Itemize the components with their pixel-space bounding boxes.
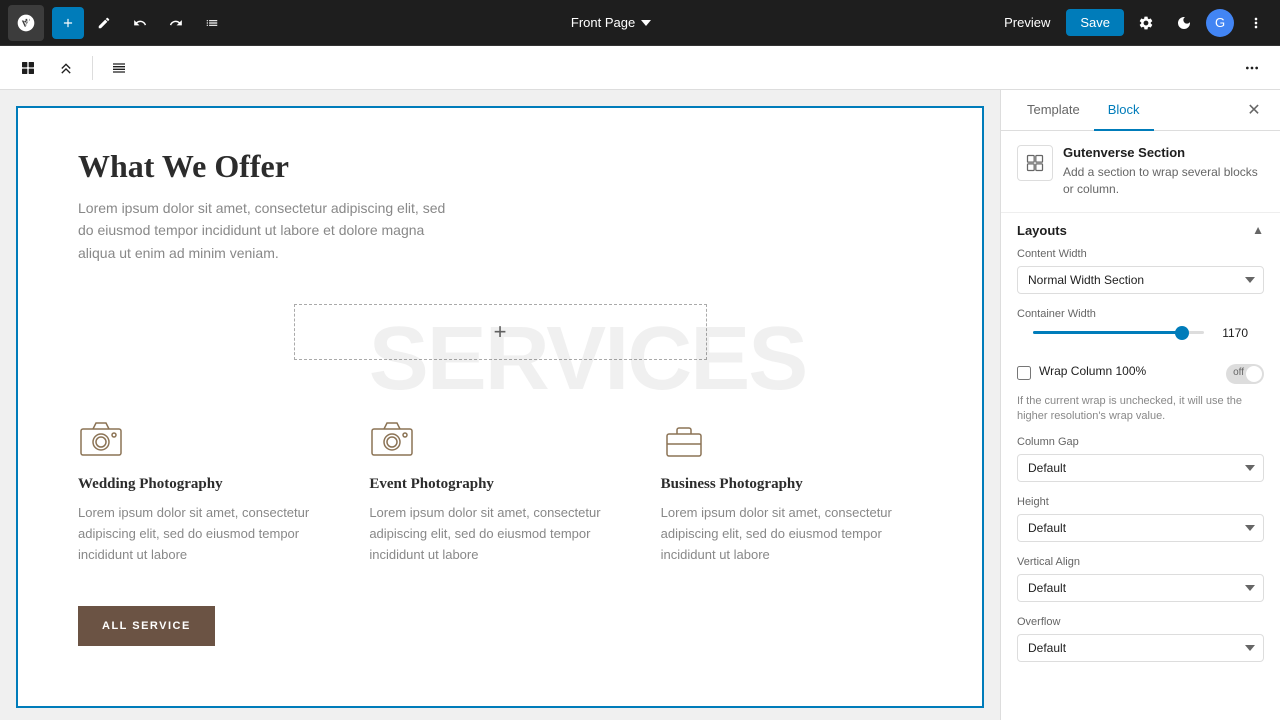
content-width-label: Content Width bbox=[1017, 248, 1264, 260]
user-avatar[interactable]: G bbox=[1206, 9, 1234, 37]
service-name-2: Event Photography bbox=[369, 476, 630, 493]
tab-template[interactable]: Template bbox=[1013, 90, 1094, 131]
page-title-dropdown[interactable]: Front Page bbox=[232, 15, 990, 30]
view-toggle-button[interactable] bbox=[50, 52, 82, 84]
block-header: Gutenverse Section Add a section to wrap… bbox=[1001, 131, 1280, 213]
service-desc-3: Lorem ipsum dolor sit amet, consectetur … bbox=[661, 503, 922, 565]
all-service-button[interactable]: ALL SERVICE bbox=[78, 606, 215, 646]
vertical-align-label: Vertical Align bbox=[1017, 556, 1264, 568]
page-title-text: Front Page bbox=[571, 15, 635, 30]
overflow-group: Overflow Default bbox=[1001, 616, 1280, 676]
layout-view-button[interactable] bbox=[12, 52, 44, 84]
content-width-group: Content Width Normal Width Section bbox=[1001, 248, 1280, 308]
tab-block[interactable]: Block bbox=[1094, 90, 1154, 131]
panel-close-button[interactable]: ✕ bbox=[1240, 96, 1268, 124]
section-title: What We Offer bbox=[78, 148, 922, 185]
overflow-select[interactable]: Default bbox=[1017, 634, 1264, 662]
justify-button[interactable] bbox=[103, 52, 135, 84]
add-block-button[interactable] bbox=[52, 7, 84, 39]
camera-icon-1 bbox=[78, 420, 126, 460]
add-block-icon: + bbox=[494, 319, 507, 345]
chevron-up-icon: ▲ bbox=[1252, 223, 1264, 237]
vertical-align-group: Vertical Align Default bbox=[1001, 556, 1280, 616]
wrap-column-checkbox[interactable] bbox=[1017, 366, 1031, 380]
wrap-column-toggle[interactable]: off bbox=[1226, 364, 1264, 384]
service-name-3: Business Photography bbox=[661, 476, 922, 493]
briefcase-icon bbox=[661, 420, 709, 460]
column-gap-label: Column Gap bbox=[1017, 436, 1264, 448]
container-width-value: 1170 bbox=[1212, 326, 1248, 340]
service-card-2: Event Photography Lorem ipsum dolor sit … bbox=[369, 420, 630, 565]
more-options-button[interactable] bbox=[1240, 7, 1272, 39]
top-toolbar: Front Page Preview Save G bbox=[0, 0, 1280, 46]
preview-button[interactable]: Preview bbox=[994, 9, 1060, 36]
column-gap-select[interactable]: Default bbox=[1017, 454, 1264, 482]
services-grid: Wedding Photography Lorem ipsum dolor si… bbox=[78, 420, 922, 565]
add-block-placeholder[interactable]: + bbox=[294, 304, 707, 360]
height-label: Height bbox=[1017, 496, 1264, 508]
canvas-section-block[interactable]: SERVICES What We Offer Lorem ipsum dolor… bbox=[16, 106, 984, 708]
height-select[interactable]: Default bbox=[1017, 514, 1264, 542]
height-group: Height Default bbox=[1001, 496, 1280, 556]
block-description: Add a section to wrap several blocks or … bbox=[1063, 164, 1264, 198]
more-block-options[interactable] bbox=[1236, 52, 1268, 84]
vertical-align-select[interactable]: Default bbox=[1017, 574, 1264, 602]
toggle-knob bbox=[1246, 366, 1262, 382]
layouts-label: Layouts bbox=[1017, 223, 1067, 238]
save-button[interactable]: Save bbox=[1066, 9, 1124, 36]
block-title: Gutenverse Section bbox=[1063, 145, 1264, 160]
undo-button[interactable] bbox=[124, 7, 156, 39]
layouts-section-header[interactable]: Layouts ▲ bbox=[1001, 213, 1280, 248]
wordpress-logo[interactable] bbox=[8, 5, 44, 41]
service-card-1: Wedding Photography Lorem ipsum dolor si… bbox=[78, 420, 339, 565]
column-gap-group: Column Gap Default bbox=[1001, 436, 1280, 496]
list-view-button[interactable] bbox=[196, 7, 228, 39]
block-icon-box bbox=[1017, 145, 1053, 181]
section-subtitle: Lorem ipsum dolor sit amet, consectetur … bbox=[78, 197, 458, 264]
slider-fill bbox=[1033, 331, 1178, 334]
second-toolbar bbox=[0, 46, 1280, 90]
redo-button[interactable] bbox=[160, 7, 192, 39]
settings-button[interactable] bbox=[1130, 7, 1162, 39]
wrap-column-label: Wrap Column 100% bbox=[1039, 364, 1218, 378]
wrap-column-hint: If the current wrap is unchecked, it wil… bbox=[1001, 394, 1280, 437]
camera-icon-2 bbox=[369, 420, 417, 460]
toggle-off-label: off bbox=[1233, 367, 1244, 378]
container-width-slider-row: 1170 bbox=[1017, 326, 1264, 350]
canvas-area: SERVICES What We Offer Lorem ipsum dolor… bbox=[0, 90, 1000, 720]
right-panel: Template Block ✕ Gutenverse Section Add … bbox=[1000, 90, 1280, 720]
service-name-1: Wedding Photography bbox=[78, 476, 339, 493]
edit-button[interactable] bbox=[88, 7, 120, 39]
top-bar-right: Preview Save G bbox=[994, 7, 1272, 39]
container-width-label: Container Width bbox=[1017, 308, 1264, 320]
slider-thumb[interactable] bbox=[1175, 326, 1189, 340]
overflow-label: Overflow bbox=[1017, 616, 1264, 628]
service-desc-2: Lorem ipsum dolor sit amet, consectetur … bbox=[369, 503, 630, 565]
container-width-group: Container Width 1170 bbox=[1001, 308, 1280, 364]
panel-tabs: Template Block ✕ bbox=[1001, 90, 1280, 131]
service-card-3: Business Photography Lorem ipsum dolor s… bbox=[661, 420, 922, 565]
wrap-column-row: Wrap Column 100% off bbox=[1001, 364, 1280, 394]
content-width-select[interactable]: Normal Width Section bbox=[1017, 266, 1264, 294]
dark-mode-button[interactable] bbox=[1168, 7, 1200, 39]
slider-track[interactable] bbox=[1033, 331, 1204, 334]
service-desc-1: Lorem ipsum dolor sit amet, consectetur … bbox=[78, 503, 339, 565]
main-layout: SERVICES What We Offer Lorem ipsum dolor… bbox=[0, 90, 1280, 720]
